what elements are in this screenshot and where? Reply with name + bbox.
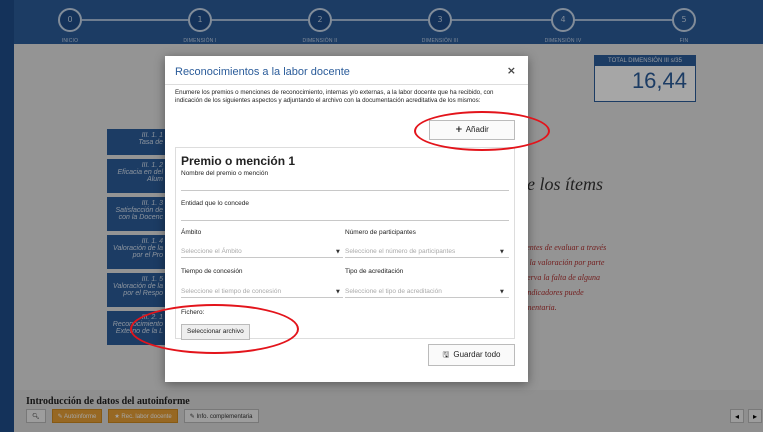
scope-label: Ámbito xyxy=(181,229,202,236)
time-select[interactable]: Seleccione el tiempo de concesión xyxy=(181,288,281,295)
modal-divider xyxy=(165,84,528,85)
entity-label: Entidad que lo concede xyxy=(181,200,249,207)
award-card-title: Premio o mención 1 xyxy=(181,154,296,168)
chevron-down-icon: ▼ xyxy=(336,249,340,255)
save-label: Guardar todo xyxy=(453,350,501,359)
accreditation-label: Tipo de acreditación xyxy=(345,268,404,275)
award-name-label: Nombre del premio o mención xyxy=(181,170,269,177)
participants-underline xyxy=(345,257,509,258)
chevron-down-icon: ▼ xyxy=(500,289,504,295)
save-all-button[interactable]: 🖫︎ Guardar todo xyxy=(428,344,515,366)
scope-select[interactable]: Seleccione el Ámbito xyxy=(181,248,242,255)
accreditation-select[interactable]: Seleccione el tipo de acreditación xyxy=(345,288,442,295)
chevron-down-icon: ▼ xyxy=(500,249,504,255)
time-label: Tiempo de concesión xyxy=(181,268,243,275)
annotation-ellipse xyxy=(414,111,550,151)
entity-input[interactable] xyxy=(181,220,509,221)
annotation-ellipse xyxy=(130,304,299,354)
time-underline xyxy=(181,297,343,298)
close-icon[interactable]: × xyxy=(507,64,516,77)
accreditation-underline xyxy=(345,297,509,298)
participants-select[interactable]: Seleccione el número de participantes xyxy=(345,248,455,255)
award-name-input[interactable] xyxy=(181,190,509,191)
modal-title: Reconocimientos a la labor docente xyxy=(175,66,350,78)
participants-label: Número de participantes xyxy=(345,229,416,236)
modal-description: Enumere los premios o menciones de recon… xyxy=(175,89,494,104)
scope-underline xyxy=(181,257,343,258)
floppy-icon: 🖫︎ xyxy=(442,350,450,359)
chevron-down-icon: ▼ xyxy=(336,289,340,295)
